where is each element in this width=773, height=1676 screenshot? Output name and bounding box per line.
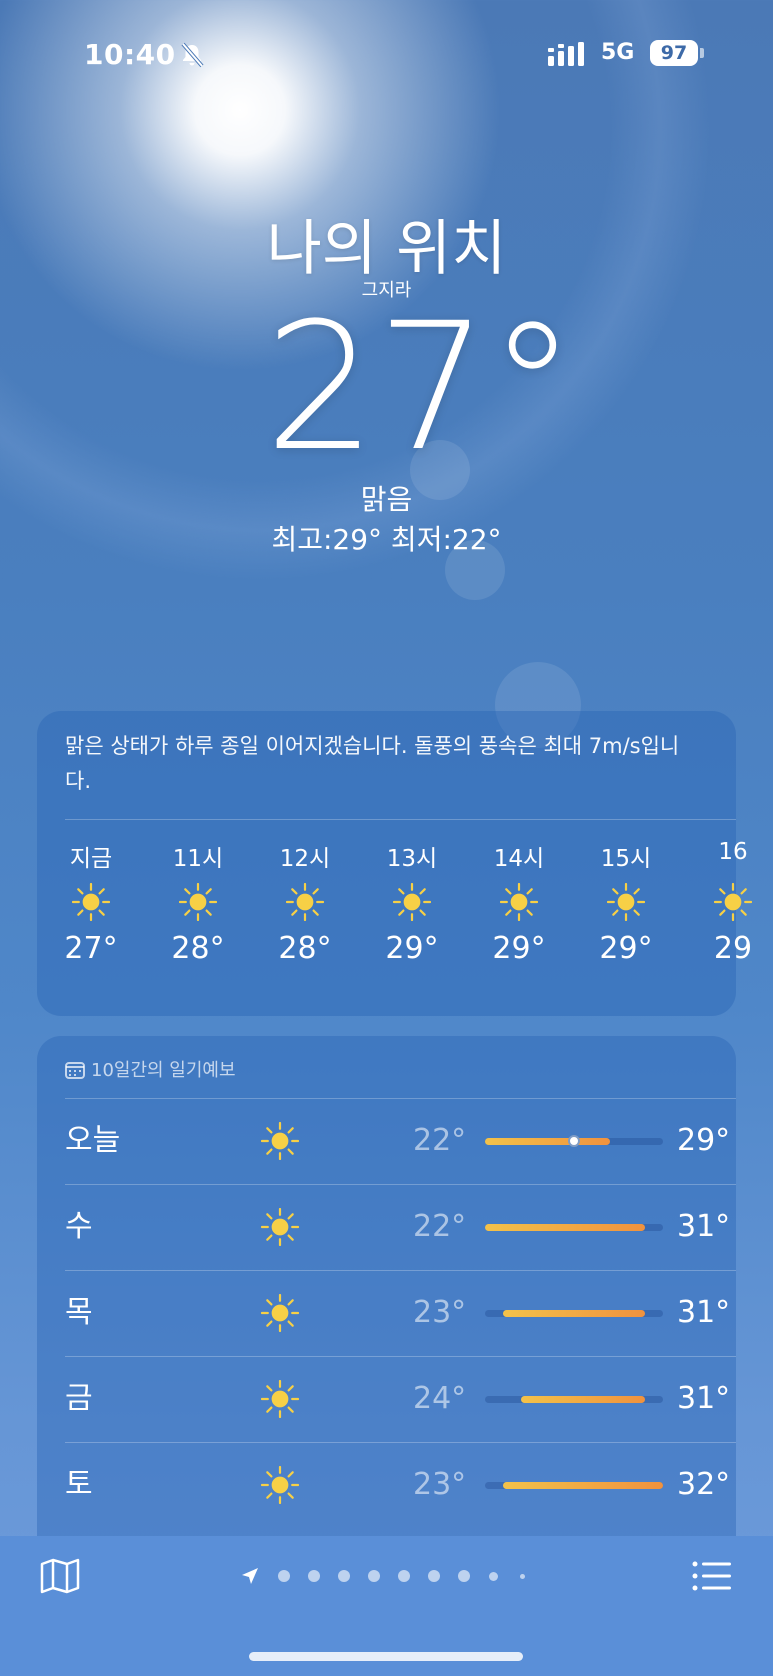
status-time: 10:40: [84, 38, 176, 71]
location-title: 나의 위치: [266, 214, 507, 284]
current-temperature: 27°: [264, 285, 577, 490]
battery-tip: [700, 48, 704, 58]
hour-temp: 28°: [171, 931, 225, 966]
page-dot[interactable]: [368, 1570, 380, 1582]
hour-temp: 29°: [385, 931, 439, 966]
sun-icon: [261, 1208, 299, 1246]
hourly-item: 13시 29°: [372, 839, 452, 966]
high-low: 최고:29° 최저:22°: [271, 523, 502, 556]
page-dot[interactable]: [428, 1570, 440, 1582]
forecast-low: 22°: [413, 1123, 467, 1158]
sun-icon: [261, 1294, 299, 1332]
divider: [65, 819, 736, 820]
temp-range-fill: [485, 1224, 646, 1231]
forecast-high: 32°: [677, 1467, 731, 1502]
current-temp-dot: [568, 1135, 580, 1147]
sun-icon: [393, 883, 431, 921]
temp-range-fill: [520, 1396, 646, 1403]
temp-range-bar: [485, 1224, 663, 1231]
temp-range-bar: [485, 1396, 663, 1403]
status-bar: 10:40 5G 97: [0, 38, 773, 74]
page-dot[interactable]: [338, 1570, 350, 1582]
forecast-row[interactable]: 오늘 22° 29°: [65, 1098, 736, 1184]
forecast-low: 24°: [413, 1381, 467, 1416]
page-dot[interactable]: [398, 1570, 410, 1582]
hourly-item: 11시 28°: [158, 839, 238, 966]
page-dot[interactable]: [489, 1572, 498, 1581]
hour-label: 14시: [493, 846, 545, 872]
forecast-day: 목: [65, 1295, 93, 1330]
sun-icon: [261, 1380, 299, 1418]
network-type: 5G: [601, 40, 635, 65]
hour-temp: 29°: [599, 931, 653, 966]
hourly-item: 16 29: [693, 839, 773, 966]
hour-label: 지금: [69, 846, 113, 872]
hourly-item: 지금 27°: [51, 839, 131, 966]
forecast-low: 23°: [413, 1467, 467, 1502]
calendar-icon: [65, 1062, 85, 1079]
divider: [65, 1184, 736, 1185]
divider: [65, 1356, 736, 1357]
temp-range-fill: [502, 1310, 646, 1317]
hour-temp: 29: [713, 931, 753, 966]
home-indicator: [249, 1652, 523, 1661]
hour-label: 12시: [279, 846, 331, 872]
hour-label: 15시: [600, 846, 652, 872]
current-condition: 맑음: [360, 483, 413, 516]
forecast-day: 오늘: [65, 1123, 121, 1158]
temp-range-bar: [485, 1310, 663, 1317]
forecast-high: 31°: [677, 1295, 731, 1330]
page-dot[interactable]: [308, 1570, 320, 1582]
hour-label: 13시: [386, 846, 438, 872]
forecast-day: 수: [65, 1209, 93, 1244]
temp-range-fill: [485, 1138, 610, 1145]
forecast-high: 31°: [677, 1381, 731, 1416]
hour-temp: 27°: [64, 931, 118, 966]
page-dot[interactable]: [458, 1570, 470, 1582]
temp-range-bar: [485, 1482, 663, 1489]
hourly-item: 15시 29°: [586, 839, 666, 966]
sun-icon: [500, 883, 538, 921]
sun-icon: [179, 883, 217, 921]
hour-label: 16: [718, 839, 748, 865]
cellular-signal-icon: [548, 42, 584, 66]
map-icon[interactable]: [40, 1558, 80, 1594]
sun-icon: [261, 1122, 299, 1160]
forecast-low: 22°: [413, 1209, 467, 1244]
sun-icon: [286, 883, 324, 921]
forecast-low: 23°: [413, 1295, 467, 1330]
location-arrow-icon[interactable]: [240, 1566, 260, 1586]
forecast-header-label: 10일간의 일기예보: [91, 1060, 236, 1081]
sun-icon: [72, 883, 110, 921]
temp-range-fill: [502, 1482, 663, 1489]
divider: [65, 1098, 736, 1099]
sun-icon: [714, 883, 752, 921]
hourly-item: 14시 29°: [479, 839, 559, 966]
page-dot[interactable]: [278, 1570, 290, 1582]
forecast-day: 금: [65, 1381, 93, 1416]
list-icon[interactable]: [692, 1560, 732, 1592]
divider: [65, 1442, 736, 1443]
forecast-row[interactable]: 금 24° 31°: [65, 1356, 736, 1442]
sun-icon: [607, 883, 645, 921]
temp-range-bar: [485, 1135, 663, 1147]
forecast-row[interactable]: 토 23° 32°: [65, 1442, 736, 1528]
forecast-summary: 맑은 상태가 하루 종일 이어지겠습니다. 돌풍의 풍속은 최대 7m/s입니다…: [65, 734, 680, 793]
forecast-day: 토: [65, 1467, 93, 1502]
hourly-item: 12시 28°: [265, 839, 345, 966]
hour-temp: 29°: [492, 931, 546, 966]
forecast-high: 29°: [677, 1123, 731, 1158]
forecast-row[interactable]: 목 23° 31°: [65, 1270, 736, 1356]
forecast-high: 31°: [677, 1209, 731, 1244]
divider: [65, 1270, 736, 1271]
battery-level: 97: [650, 40, 698, 66]
silent-bell-icon: [181, 42, 204, 68]
hourly-forecast-card[interactable]: 맑은 상태가 하루 종일 이어지겠습니다. 돌풍의 풍속은 최대 7m/s입니다…: [37, 711, 752, 1016]
forecast-header: 10일간의 일기예보: [65, 1056, 236, 1082]
hour-label: 11시: [172, 846, 224, 872]
sun-icon: [261, 1466, 299, 1504]
hour-temp: 28°: [278, 931, 332, 966]
forecast-row[interactable]: 수 22° 31°: [65, 1184, 736, 1270]
page-dot[interactable]: [520, 1574, 525, 1579]
